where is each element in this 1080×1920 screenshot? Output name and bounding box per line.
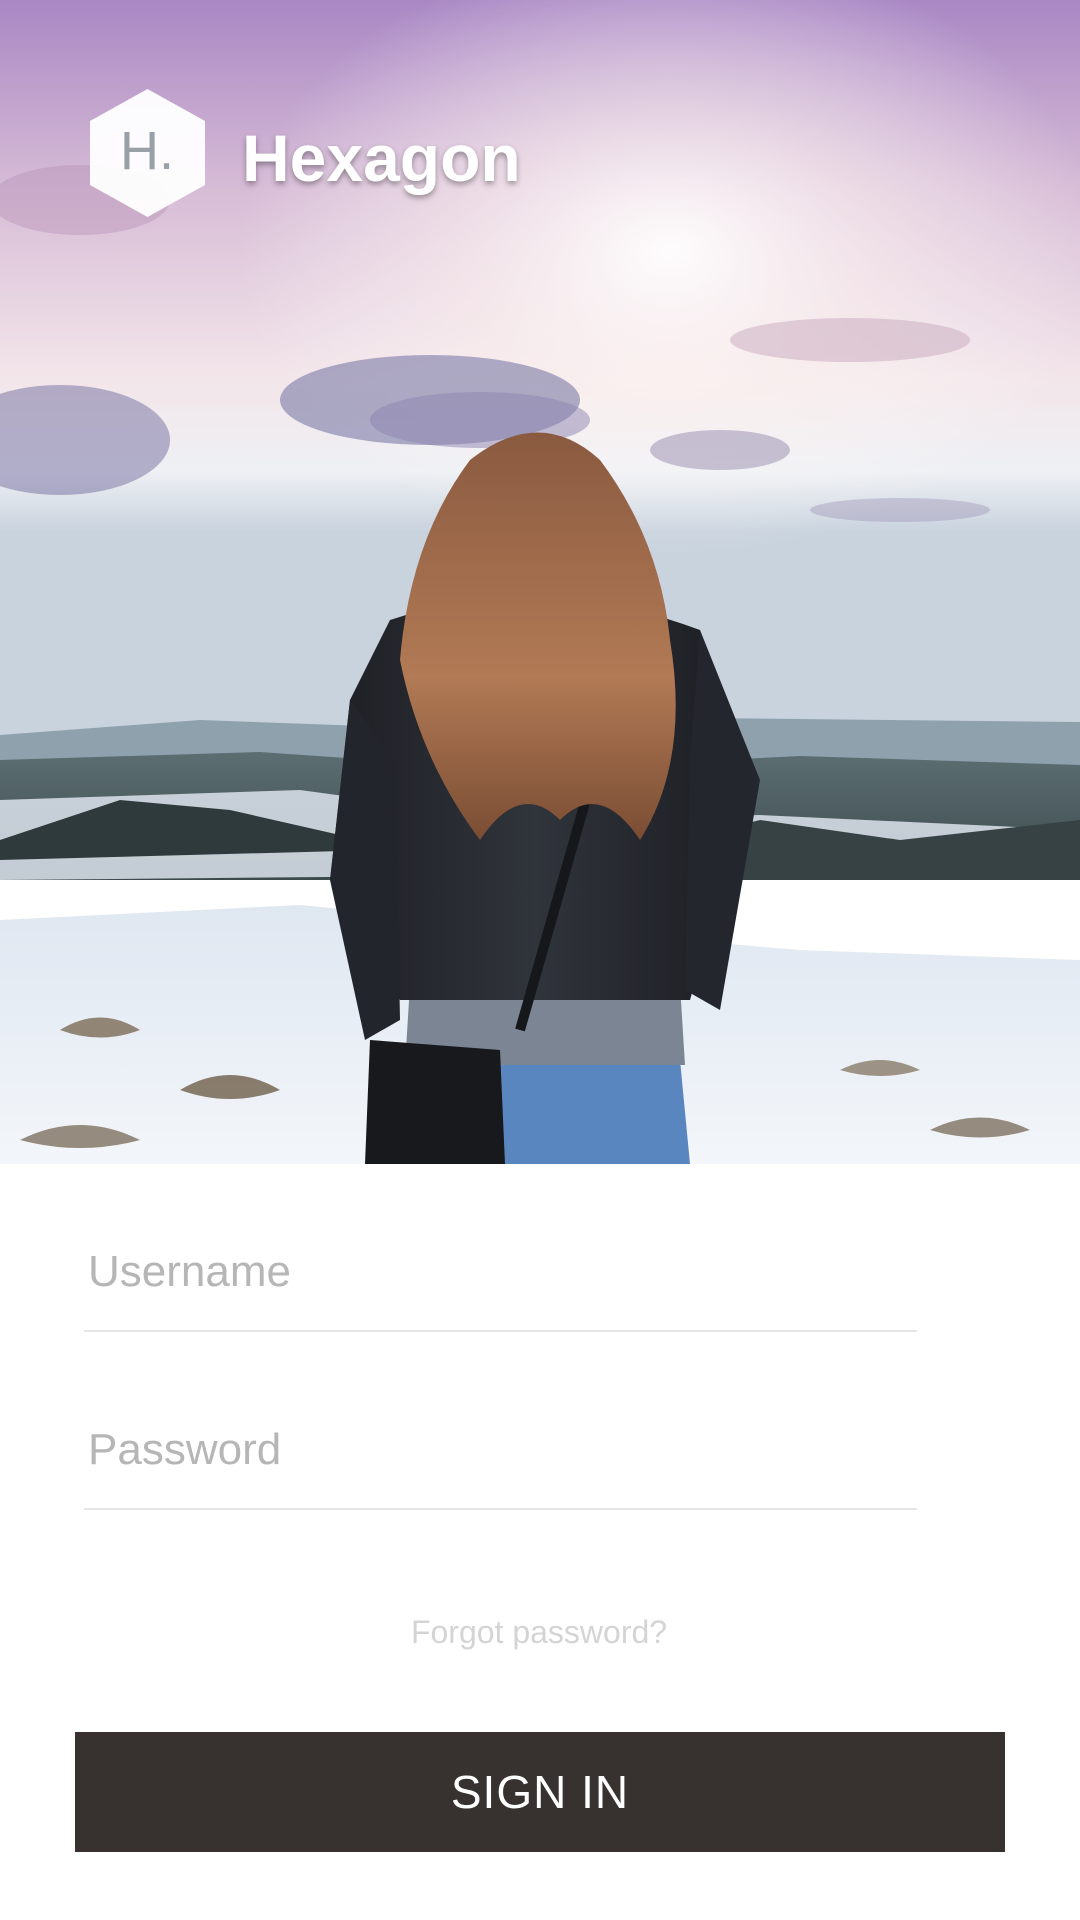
hero-background-image: H. Hexagon xyxy=(0,0,1080,1164)
hexagon-logo-icon: H. xyxy=(85,85,210,220)
logo-letter: H. xyxy=(120,121,174,181)
username-underline xyxy=(84,1330,917,1332)
sign-in-button[interactable]: SIGN IN xyxy=(75,1732,1005,1852)
username-field[interactable]: Username xyxy=(84,1247,917,1332)
password-input[interactable] xyxy=(84,1430,917,1510)
login-screen: H. Hexagon Username Password Forgot pass… xyxy=(0,0,1080,1920)
password-underline xyxy=(84,1508,917,1510)
forgot-password-link[interactable]: Forgot password? xyxy=(374,1612,704,1652)
username-input[interactable] xyxy=(84,1252,917,1332)
brand-title: Hexagon xyxy=(242,121,521,195)
password-field[interactable]: Password xyxy=(84,1425,917,1510)
